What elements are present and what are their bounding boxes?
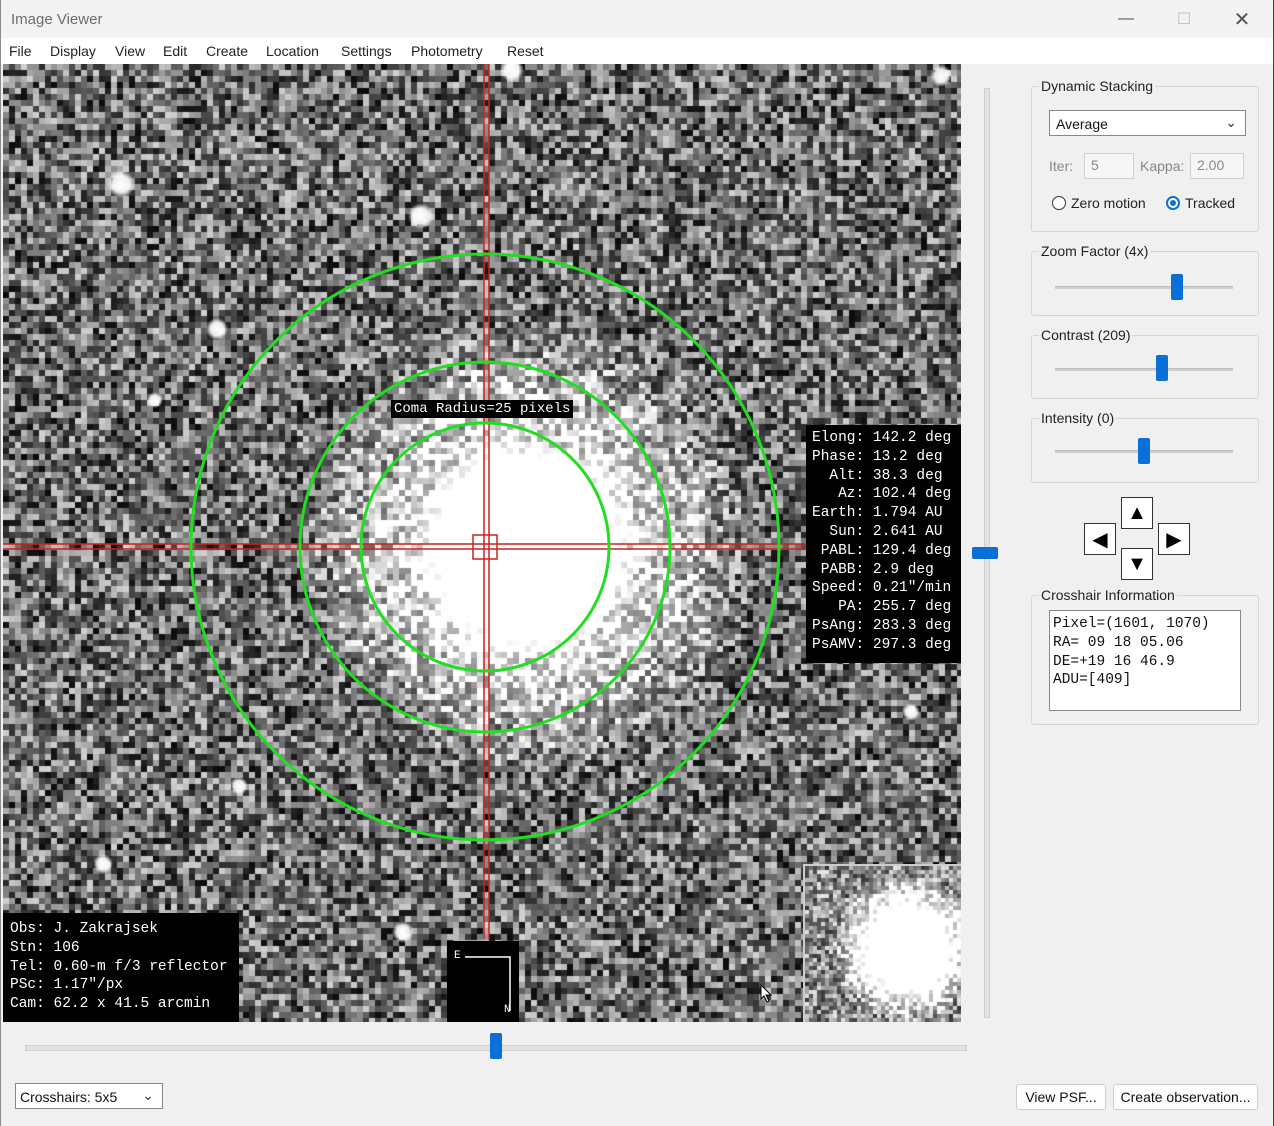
compass-box: E N	[447, 941, 519, 1022]
zoom-factor-group	[1031, 251, 1259, 316]
menu-file[interactable]: File	[9, 43, 32, 59]
nudge-right-button[interactable]: ▶	[1158, 523, 1190, 555]
zoom-factor-label: Zoom Factor (4x)	[1039, 243, 1151, 259]
arrow-down-icon: ▼	[1127, 552, 1147, 575]
crosshair-info-label: Crosshair Information	[1039, 587, 1177, 603]
menu-location-label: Location	[266, 43, 319, 59]
zero-motion-radio[interactable]	[1052, 196, 1066, 210]
compass-north-label: N	[504, 1004, 511, 1016]
tracked-label[interactable]: Tracked	[1185, 195, 1235, 211]
dynamic-stacking-label: Dynamic Stacking	[1039, 78, 1156, 94]
nudge-up-button[interactable]: ▲	[1121, 497, 1153, 529]
image-viewport[interactable]: Coma Radius=25 pixels Elong: 142.2 deg P…	[3, 64, 961, 1022]
maximize-icon: ☐	[1176, 11, 1192, 28]
arrow-up-icon: ▲	[1127, 501, 1147, 524]
tracked-radio[interactable]	[1166, 196, 1180, 210]
title-bar: Image Viewer — ☐ ✕	[1, 0, 1273, 38]
close-icon: ✕	[1233, 8, 1251, 31]
menu-edit-label: Edit	[163, 43, 188, 59]
outer-annulus-ring	[189, 252, 781, 842]
menu-edit[interactable]: Edit	[163, 43, 187, 59]
intensity-label: Intensity (0)	[1039, 410, 1117, 426]
minimize-icon: —	[1118, 10, 1134, 27]
horizontal-pan-thumb[interactable]	[490, 1033, 502, 1059]
menu-settings-label: Settings	[341, 43, 392, 59]
menu-photometry-label: Photometry	[411, 43, 483, 59]
coma-ring	[359, 421, 611, 673]
menu-photometry[interactable]: Photometry	[411, 43, 483, 59]
arrow-left-icon: ◀	[1092, 528, 1108, 551]
nudge-left-button[interactable]: ◀	[1084, 523, 1116, 555]
compass-east-label: E	[454, 950, 461, 962]
window-title: Image Viewer	[11, 11, 103, 28]
zero-motion-label[interactable]: Zero motion	[1071, 195, 1146, 211]
stacking-method-select[interactable]: Average ⌄	[1049, 110, 1246, 136]
chevron-down-icon: ⌄	[1225, 114, 1237, 130]
iter-value: 5	[1091, 157, 1099, 173]
crosshairs-select-value: Crosshairs: 5x5	[20, 1089, 118, 1105]
menu-reset[interactable]: Reset	[507, 43, 544, 59]
menu-file-label: File	[9, 43, 32, 59]
nudge-down-button[interactable]: ▼	[1121, 548, 1153, 580]
menu-create[interactable]: Create	[206, 43, 248, 59]
menu-location[interactable]: Location	[266, 43, 319, 59]
mouse-cursor-icon	[760, 984, 773, 1003]
aperture-rings	[189, 252, 781, 842]
crosshairs-select[interactable]: Crosshairs: 5x5 ⌄	[15, 1083, 163, 1109]
coma-radius-label: Coma Radius=25 pixels	[391, 400, 574, 418]
view-psf-button[interactable]: View PSF...	[1016, 1084, 1106, 1110]
menu-bar: File Display View Edit Create Location S…	[1, 38, 1273, 64]
crosshair	[3, 64, 805, 939]
contrast-group	[1031, 335, 1259, 399]
create-observation-button[interactable]: Create observation...	[1113, 1084, 1258, 1110]
stacking-method-value: Average	[1056, 116, 1108, 132]
arrow-right-icon: ▶	[1166, 528, 1182, 551]
iter-label: Iter:	[1049, 158, 1074, 174]
image-viewer-window: Image Viewer — ☐ ✕ File Display View Edi…	[0, 0, 1274, 1126]
zoom-slider-track[interactable]	[1055, 286, 1233, 289]
zoom-slider-thumb[interactable]	[1171, 274, 1183, 300]
ephemeris-info-box: Elong: 142.2 deg Phase: 13.2 deg Alt: 38…	[806, 425, 961, 663]
close-button[interactable]: ✕	[1213, 0, 1271, 38]
contrast-slider-thumb[interactable]	[1156, 355, 1168, 381]
kappa-value: 2.00	[1197, 157, 1225, 173]
contrast-label: Contrast (209)	[1039, 327, 1133, 343]
contrast-slider-track[interactable]	[1055, 368, 1233, 371]
observer-info-box: Obs: J. Zakrajsek Stn: 106 Tel: 0.60-m f…	[3, 913, 239, 1022]
menu-reset-label: Reset	[507, 43, 544, 59]
menu-display-label: Display	[50, 43, 96, 59]
crosshair-info-text[interactable]: Pixel=(1601, 1070) RA= 09 18 05.06 DE=+1…	[1049, 610, 1241, 711]
minimize-button[interactable]: —	[1097, 0, 1155, 38]
kappa-input[interactable]: 2.00	[1190, 153, 1244, 179]
kappa-label: Kappa:	[1140, 158, 1185, 174]
menu-display[interactable]: Display	[50, 43, 96, 59]
menu-view-label: View	[115, 43, 146, 59]
crosshair-box	[472, 534, 498, 560]
menu-create-label: Create	[206, 43, 249, 59]
chevron-down-icon: ⌄	[142, 1087, 154, 1103]
psf-thumbnail-image	[805, 866, 961, 1022]
vertical-pan-thumb[interactable]	[972, 547, 998, 559]
menu-view[interactable]: View	[115, 43, 145, 59]
intensity-slider-thumb[interactable]	[1138, 438, 1150, 464]
iter-input[interactable]: 5	[1084, 153, 1134, 179]
maximize-button[interactable]: ☐	[1155, 0, 1213, 38]
psf-thumbnail	[803, 864, 961, 1022]
menu-settings[interactable]: Settings	[341, 43, 392, 59]
